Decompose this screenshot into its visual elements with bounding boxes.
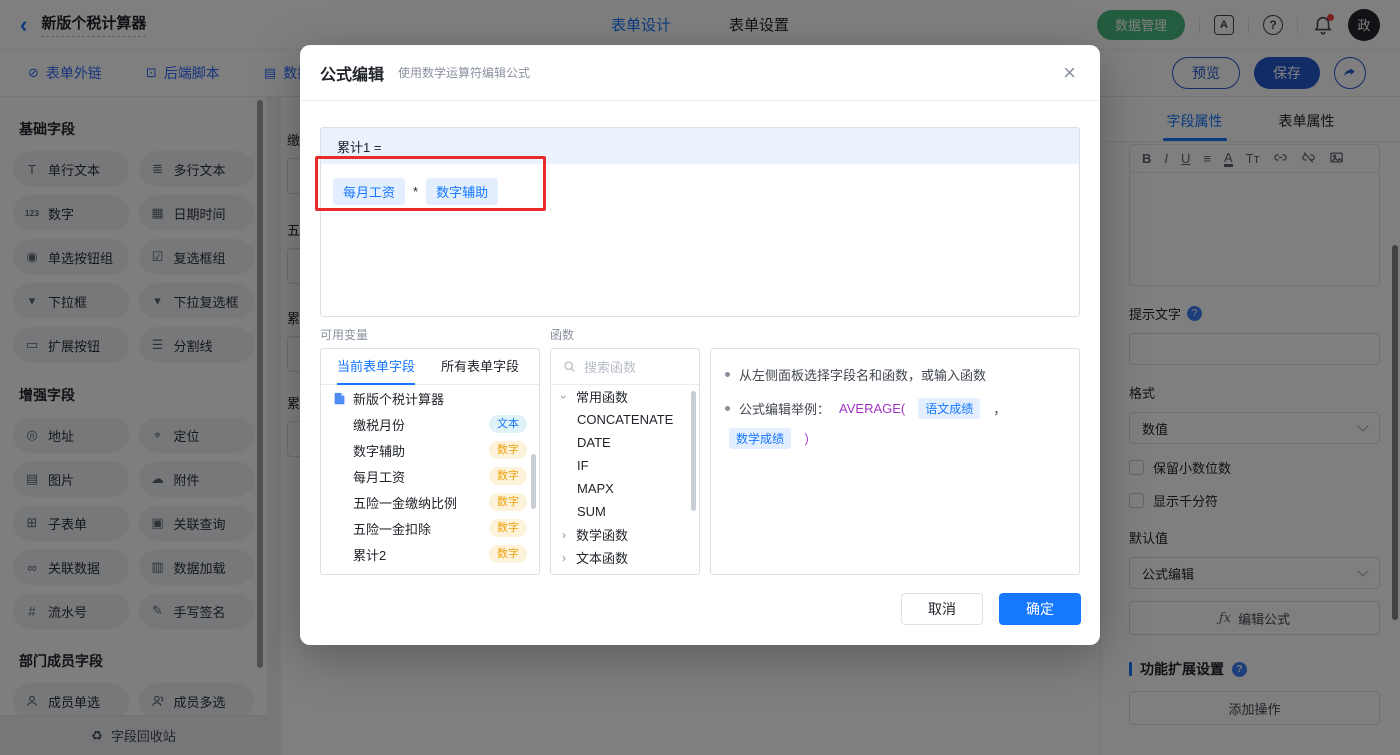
- variables-scrollbar[interactable]: [531, 454, 536, 509]
- bullet-dot: [725, 406, 730, 411]
- variable-name: 数字辅助: [353, 443, 406, 459]
- modal-header: 公式编辑 使用数学运算符编辑公式 ×: [300, 45, 1100, 101]
- tip-text: 从左侧面板选择字段名和函数，或输入函数: [739, 368, 987, 383]
- chevron-right-icon: ›: [562, 527, 566, 542]
- function-item[interactable]: SUM: [551, 500, 699, 523]
- function-name: SUM: [577, 504, 606, 519]
- type-badge-number: 数字: [489, 545, 527, 563]
- chevron-down-icon: ›: [557, 394, 571, 399]
- variable-row[interactable]: 每月工资 数字: [321, 463, 539, 489]
- formula-help-panel: 从左侧面板选择字段名和函数，或输入函数 公式编辑举例： AVERAGE( 语文成绩 ，…: [710, 348, 1080, 575]
- function-item[interactable]: CONCATENATE: [551, 408, 699, 431]
- function-group-text[interactable]: › 文本函数: [551, 546, 699, 569]
- functions-label: 函数: [550, 328, 575, 342]
- function-item[interactable]: MAPX: [551, 477, 699, 500]
- variable-name: 五险一金扣除: [353, 521, 432, 537]
- function-item[interactable]: IF: [551, 454, 699, 477]
- function-name: IF: [577, 458, 589, 473]
- example-arg-chinese-score: 语文成绩: [918, 398, 981, 419]
- modal-subtitle: 使用数学运算符编辑公式: [398, 66, 531, 80]
- variables-root-node[interactable]: 新版个税计算器: [321, 385, 539, 411]
- type-badge-number: 数字: [489, 467, 527, 485]
- close-icon[interactable]: ×: [1063, 61, 1076, 84]
- function-name: CONCATENATE: [577, 412, 674, 427]
- target-text: 累计1 =: [337, 139, 382, 155]
- example-function: AVERAGE(: [839, 401, 906, 416]
- search-icon: [563, 360, 576, 373]
- app-root: ‹ 新版个税计算器 表单设计 表单设置 数据管理 A ? 政 ⊘ 表单外链 ⊡: [0, 0, 1400, 755]
- variables-tabs: 当前表单字段 所有表单字段: [321, 349, 539, 385]
- variables-panel: 当前表单字段 所有表单字段 新版个税计算器 缴税月份 文本 数字辅助 数字 每月工资…: [320, 348, 540, 575]
- example-comma: ，: [993, 402, 1007, 417]
- function-search[interactable]: 搜索函数: [551, 349, 699, 385]
- variable-row[interactable]: 数字辅助 数字: [321, 437, 539, 463]
- variable-name: 五险一金缴纳比例: [353, 495, 458, 511]
- tab-current-form-fields[interactable]: 当前表单字段: [337, 356, 416, 385]
- red-annotation-box: [315, 156, 546, 211]
- group-label: 数学函数: [576, 528, 629, 543]
- root-label: 新版个税计算器: [353, 391, 445, 407]
- help-tip-1: 从左侧面板选择字段名和函数，或输入函数: [725, 365, 1065, 384]
- group-label: 常用函数: [576, 390, 629, 405]
- example-arg-math-score: 数学成绩: [729, 428, 792, 449]
- cancel-button[interactable]: 取消: [901, 593, 983, 625]
- functions-panel: 搜索函数 › 常用函数 CONCATENATE DATE IF MAPX SUM …: [550, 348, 700, 575]
- type-badge-text: 文本: [489, 415, 527, 433]
- variables-label: 可用变量: [320, 328, 369, 342]
- variable-name: 每月工资: [353, 469, 406, 485]
- formula-editor-modal: 公式编辑 使用数学运算符编辑公式 × 累计1 = 每月工资 * 数字辅助 可用变…: [300, 45, 1100, 645]
- tip-prefix: 公式编辑举例：: [739, 402, 831, 417]
- tab-all-form-fields[interactable]: 所有表单字段: [441, 356, 519, 384]
- search-placeholder: 搜索函数: [584, 360, 637, 375]
- variable-row[interactable]: 累计2 数字: [321, 541, 539, 567]
- functions-scrollbar[interactable]: [691, 391, 696, 511]
- variable-row[interactable]: 缴税月份 文本: [321, 411, 539, 437]
- bullet-dot: [725, 372, 730, 377]
- type-badge-number: 数字: [489, 519, 527, 537]
- help-tip-2: 公式编辑举例： AVERAGE( 语文成绩 ， 数学成绩 ）: [725, 398, 1065, 449]
- group-label: 文本函数: [576, 551, 629, 566]
- type-badge-number: 数字: [489, 493, 527, 511]
- example-close-paren: ）: [804, 432, 818, 447]
- function-group-math[interactable]: › 数学函数: [551, 523, 699, 546]
- function-name: DATE: [577, 435, 611, 450]
- modal-title: 公式编辑: [320, 66, 385, 84]
- variable-row[interactable]: 五险一金缴纳比例 数字: [321, 489, 539, 515]
- confirm-button[interactable]: 确定: [999, 593, 1081, 625]
- form-doc-icon: [333, 392, 346, 405]
- chevron-right-icon: ›: [562, 550, 566, 565]
- variable-row[interactable]: 五险一金扣除 数字: [321, 515, 539, 541]
- variable-name: 累计2: [353, 547, 387, 563]
- function-group-common[interactable]: › 常用函数: [551, 385, 699, 408]
- function-item[interactable]: DATE: [551, 431, 699, 454]
- variable-name: 缴税月份: [353, 417, 406, 433]
- function-name: MAPX: [577, 481, 614, 496]
- type-badge-number: 数字: [489, 441, 527, 459]
